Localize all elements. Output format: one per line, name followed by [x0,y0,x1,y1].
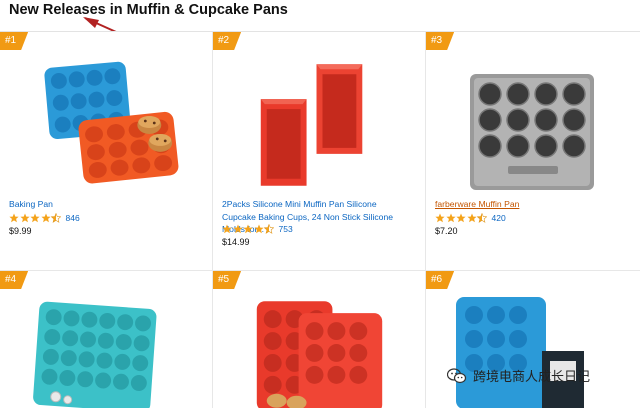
muffin-pan-image[interactable] [0,54,212,194]
product-title[interactable]: farberware Muffin Pan [435,198,625,211]
rating-count[interactable]: 420 [492,213,506,223]
star-icon [30,213,40,223]
half-star-icon [264,224,274,234]
product-grid: #1 Baking Pan 846 $9.99 #2 2Packs Silico… [0,31,640,408]
star-icon [40,213,51,223]
rating-row[interactable]: 846 [9,213,80,223]
star-icon [19,213,30,223]
rank-badge: #3 [426,32,454,50]
rank-badge: #4 [0,271,28,289]
product-card-2[interactable]: #2 2Packs Silicone Mini Muffin Pan Silic… [213,32,426,271]
product-card-1[interactable]: #1 Baking Pan 846 $9.99 [0,32,213,271]
star-icon [253,224,264,234]
rating-row[interactable]: 753 [222,224,293,234]
product-card-3[interactable]: #3 farberware Muffin Pan 420 $7.20 [426,32,640,271]
star-icon [222,224,232,234]
half-star-icon [477,213,487,223]
muffin-pan-image[interactable] [426,289,640,408]
product-card-6[interactable]: #6 [426,271,640,408]
star-icon [435,213,445,223]
star-rating [9,213,62,223]
product-card-4[interactable]: #4 [0,271,213,408]
rating-row[interactable]: 420 [435,213,506,223]
star-icon [243,224,253,234]
star-icon [9,213,19,223]
rank-badge: #5 [213,271,241,289]
wechat-icon [447,367,467,383]
watermark-text: 跨境电商人成长日记 [473,370,591,385]
product-price: $7.20 [435,226,458,236]
star-rating [435,213,488,223]
star-icon [232,224,243,234]
rank-badge: #2 [213,32,241,50]
watermark: 跨境电商人成长日记 [447,366,590,385]
page-title: New Releases in Muffin & Cupcake Pans [9,2,288,18]
muffin-pan-image[interactable] [0,289,212,408]
product-price: $14.99 [222,237,250,247]
star-icon [466,213,477,223]
product-card-5[interactable]: #5 [213,271,426,408]
rating-count[interactable]: 753 [279,224,293,234]
loaf-pan-image[interactable] [213,54,425,194]
product-price: $9.99 [9,226,32,236]
star-icon [456,213,466,223]
product-title[interactable]: Baking Pan [9,198,199,211]
metal-muffin-pan-image[interactable] [426,54,640,194]
muffin-pan-image[interactable] [213,289,425,408]
star-rating [222,224,275,234]
half-star-icon [51,213,61,223]
rank-badge: #1 [0,32,28,50]
rating-count[interactable]: 846 [66,213,80,223]
star-icon [445,213,456,223]
rank-badge: #6 [426,271,454,289]
